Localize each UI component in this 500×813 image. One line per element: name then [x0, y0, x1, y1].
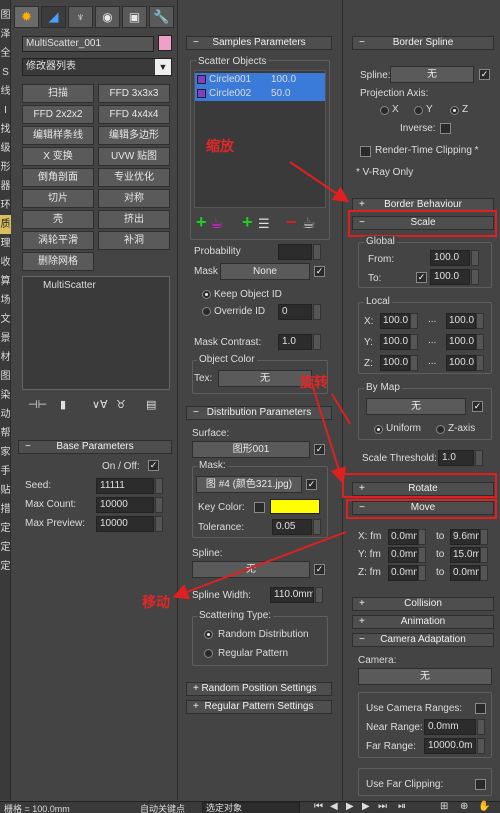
key-mode-icon[interactable]: ⏯ [398, 801, 406, 812]
next-frame-icon[interactable]: ▶ [362, 801, 370, 812]
arrow-to-scale [289, 161, 350, 203]
arrow-from-move [172, 531, 347, 600]
prev-frame-icon[interactable]: ◀ [330, 801, 338, 812]
annotation-arrows [172, 161, 351, 600]
play-icon[interactable]: ▶ [346, 801, 354, 812]
status-bar: 栅格 = 100.0mm 自动关键点 选定对象 ⏮ ◀ ▶ ▶ ⏭ ⏯ ⊞ ⊕ … [0, 801, 500, 813]
zoom-icon[interactable]: ⊕ [460, 801, 468, 812]
auto-key-button[interactable]: 自动关键点 [140, 802, 185, 813]
arrow-to-rotate [311, 383, 347, 484]
grid-size-label: 栅格 = 100.0mm [4, 804, 70, 813]
go-to-start-icon[interactable]: ⏮ [314, 801, 323, 812]
pan-icon[interactable]: ✋ [478, 801, 490, 812]
arrow-to-rotate-line [331, 393, 351, 425]
selection-set-dropdown[interactable]: 选定对象 [202, 802, 300, 813]
go-to-end-icon[interactable]: ⏭ [378, 801, 387, 812]
time-config-icon[interactable]: ⊞ [440, 801, 448, 812]
